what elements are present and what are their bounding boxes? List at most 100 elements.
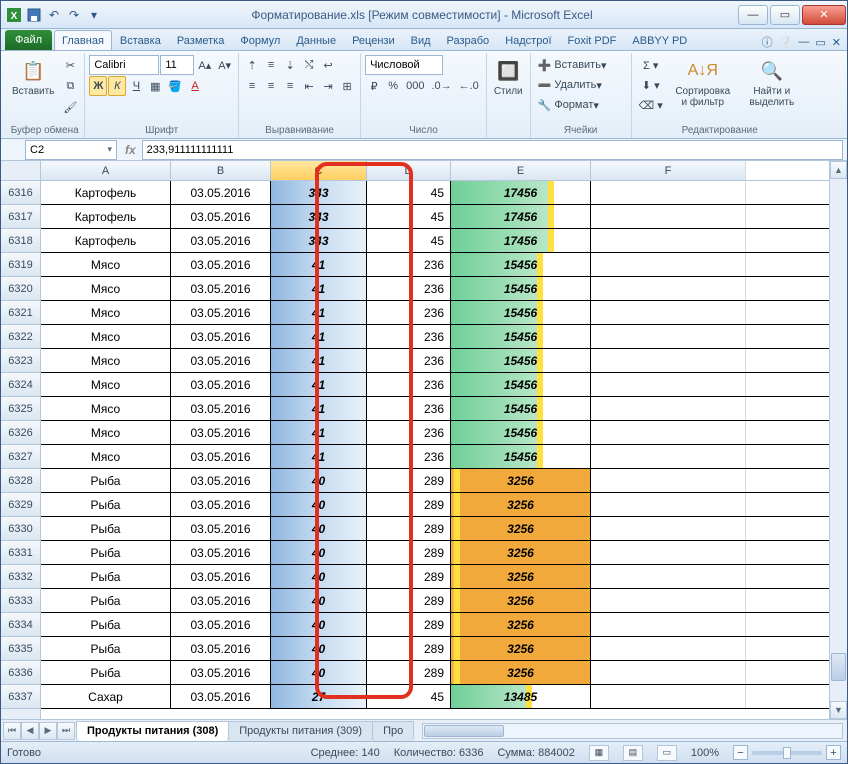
cell[interactable]: [591, 229, 746, 252]
orientation-icon[interactable]: ⤭: [300, 55, 318, 75]
row-header[interactable]: 6318: [1, 229, 40, 253]
decrease-decimal-icon[interactable]: ←.0: [456, 76, 482, 96]
select-all-corner[interactable]: [1, 161, 40, 181]
save-icon[interactable]: [25, 6, 43, 24]
cell[interactable]: 15456: [451, 397, 591, 420]
col-header-b[interactable]: B: [171, 161, 271, 180]
cell[interactable]: 236: [367, 301, 451, 324]
cell[interactable]: [591, 661, 746, 684]
tab-file[interactable]: Файл: [5, 30, 52, 50]
cell[interactable]: 03.05.2016: [171, 469, 271, 492]
cell[interactable]: 13485: [451, 685, 591, 708]
cell[interactable]: 40: [271, 469, 367, 492]
cell[interactable]: 236: [367, 277, 451, 300]
cell[interactable]: [591, 181, 746, 204]
cell[interactable]: [591, 373, 746, 396]
undo-icon[interactable]: ↶: [45, 6, 63, 24]
cell[interactable]: 40: [271, 541, 367, 564]
cell[interactable]: Рыба: [41, 565, 171, 588]
scroll-up-icon[interactable]: ▲: [830, 161, 847, 179]
row-header[interactable]: 6325: [1, 397, 40, 421]
cell[interactable]: Рыба: [41, 589, 171, 612]
delete-cells-button[interactable]: ➖ Удалить ▾: [535, 75, 627, 95]
cell[interactable]: 03.05.2016: [171, 229, 271, 252]
cell[interactable]: 03.05.2016: [171, 421, 271, 444]
cell[interactable]: [591, 685, 746, 708]
cell[interactable]: [591, 301, 746, 324]
align-middle-icon[interactable]: ≡: [262, 55, 280, 75]
fill-icon[interactable]: ⬇ ▾: [636, 75, 666, 95]
cell[interactable]: 41: [271, 325, 367, 348]
align-center-icon[interactable]: ≡: [262, 76, 280, 96]
cell[interactable]: 03.05.2016: [171, 589, 271, 612]
cell[interactable]: 40: [271, 613, 367, 636]
cell[interactable]: 3256: [451, 637, 591, 660]
cell[interactable]: 03.05.2016: [171, 277, 271, 300]
cell[interactable]: 236: [367, 349, 451, 372]
row-header[interactable]: 6335: [1, 637, 40, 661]
cell[interactable]: [591, 493, 746, 516]
help-icon[interactable]: ❔: [779, 36, 793, 49]
cell[interactable]: 41: [271, 349, 367, 372]
row-header[interactable]: 6330: [1, 517, 40, 541]
cell[interactable]: 45: [367, 181, 451, 204]
col-header-e[interactable]: E: [451, 161, 591, 180]
italic-button[interactable]: К: [108, 76, 126, 96]
cell[interactable]: 40: [271, 565, 367, 588]
increase-font-icon[interactable]: A▴: [195, 55, 214, 75]
cell[interactable]: 15456: [451, 445, 591, 468]
sheet-last-icon[interactable]: ⏭: [57, 722, 75, 740]
zoom-level[interactable]: 100%: [691, 747, 719, 759]
cell[interactable]: 41: [271, 397, 367, 420]
tab-addins[interactable]: Надстрої: [497, 30, 559, 50]
cell[interactable]: 03.05.2016: [171, 253, 271, 276]
font-name-combo[interactable]: Calibri: [89, 55, 159, 75]
underline-button[interactable]: Ч: [127, 76, 145, 96]
vertical-scrollbar[interactable]: ▲ ▼: [829, 161, 847, 719]
cell[interactable]: 15456: [451, 325, 591, 348]
maximize-button[interactable]: ▭: [770, 5, 800, 25]
cut-icon[interactable]: ✂: [60, 55, 80, 75]
cell[interactable]: 40: [271, 661, 367, 684]
cell[interactable]: 03.05.2016: [171, 613, 271, 636]
cell[interactable]: 41: [271, 445, 367, 468]
close-button[interactable]: ✕: [802, 5, 846, 25]
cell[interactable]: 3256: [451, 661, 591, 684]
cell[interactable]: 289: [367, 469, 451, 492]
cell[interactable]: Мясо: [41, 445, 171, 468]
row-header[interactable]: 6326: [1, 421, 40, 445]
row-header[interactable]: 6328: [1, 469, 40, 493]
cell[interactable]: [591, 325, 746, 348]
align-left-icon[interactable]: ≡: [243, 76, 261, 96]
border-icon[interactable]: ▦: [146, 76, 164, 96]
cell[interactable]: 41: [271, 373, 367, 396]
cell[interactable]: [591, 637, 746, 660]
cell[interactable]: 289: [367, 541, 451, 564]
cell[interactable]: 03.05.2016: [171, 205, 271, 228]
cell[interactable]: [591, 277, 746, 300]
align-bottom-icon[interactable]: ⇣: [281, 55, 299, 75]
cell[interactable]: 03.05.2016: [171, 517, 271, 540]
row-header[interactable]: 6329: [1, 493, 40, 517]
cell[interactable]: 236: [367, 253, 451, 276]
styles-button[interactable]: 🔲 Стили: [491, 55, 526, 100]
cell[interactable]: 289: [367, 517, 451, 540]
zoom-out-button[interactable]: −: [733, 745, 748, 760]
cell[interactable]: 41: [271, 253, 367, 276]
cell[interactable]: 03.05.2016: [171, 325, 271, 348]
cell[interactable]: [591, 421, 746, 444]
cell[interactable]: 236: [367, 325, 451, 348]
row-header[interactable]: 6322: [1, 325, 40, 349]
row-header[interactable]: 6324: [1, 373, 40, 397]
insert-cells-button[interactable]: ➕ Вставить ▾: [535, 55, 627, 75]
cell[interactable]: Мясо: [41, 397, 171, 420]
cell[interactable]: Картофель: [41, 205, 171, 228]
font-size-combo[interactable]: 11: [160, 55, 194, 75]
cell[interactable]: 3256: [451, 517, 591, 540]
cell[interactable]: 289: [367, 661, 451, 684]
cell[interactable]: Мясо: [41, 253, 171, 276]
currency-icon[interactable]: ₽: [365, 76, 383, 96]
cell[interactable]: 15456: [451, 349, 591, 372]
autosum-icon[interactable]: Σ ▾: [636, 55, 666, 75]
bold-button[interactable]: Ж: [89, 76, 107, 96]
